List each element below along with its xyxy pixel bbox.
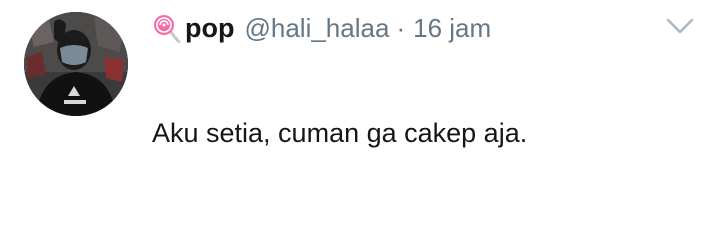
separator-dot: · — [396, 12, 406, 43]
tweet-header: pop @hali_halaa · 16 jam — [152, 10, 491, 46]
avatar-image — [24, 12, 128, 116]
tweet-card[interactable]: pop @hali_halaa · 16 jam Aku setia, cuma… — [0, 0, 720, 240]
user-handle[interactable]: @hali_halaa — [244, 13, 389, 44]
timestamp[interactable]: 16 jam — [413, 13, 491, 44]
chevron-down-icon[interactable] — [664, 14, 696, 38]
avatar[interactable] — [24, 12, 128, 116]
display-name[interactable]: pop — [185, 13, 234, 44]
tweet-text: Aku setia, cuman ga cakep aja. — [152, 118, 528, 148]
lollipop-icon — [154, 15, 181, 43]
